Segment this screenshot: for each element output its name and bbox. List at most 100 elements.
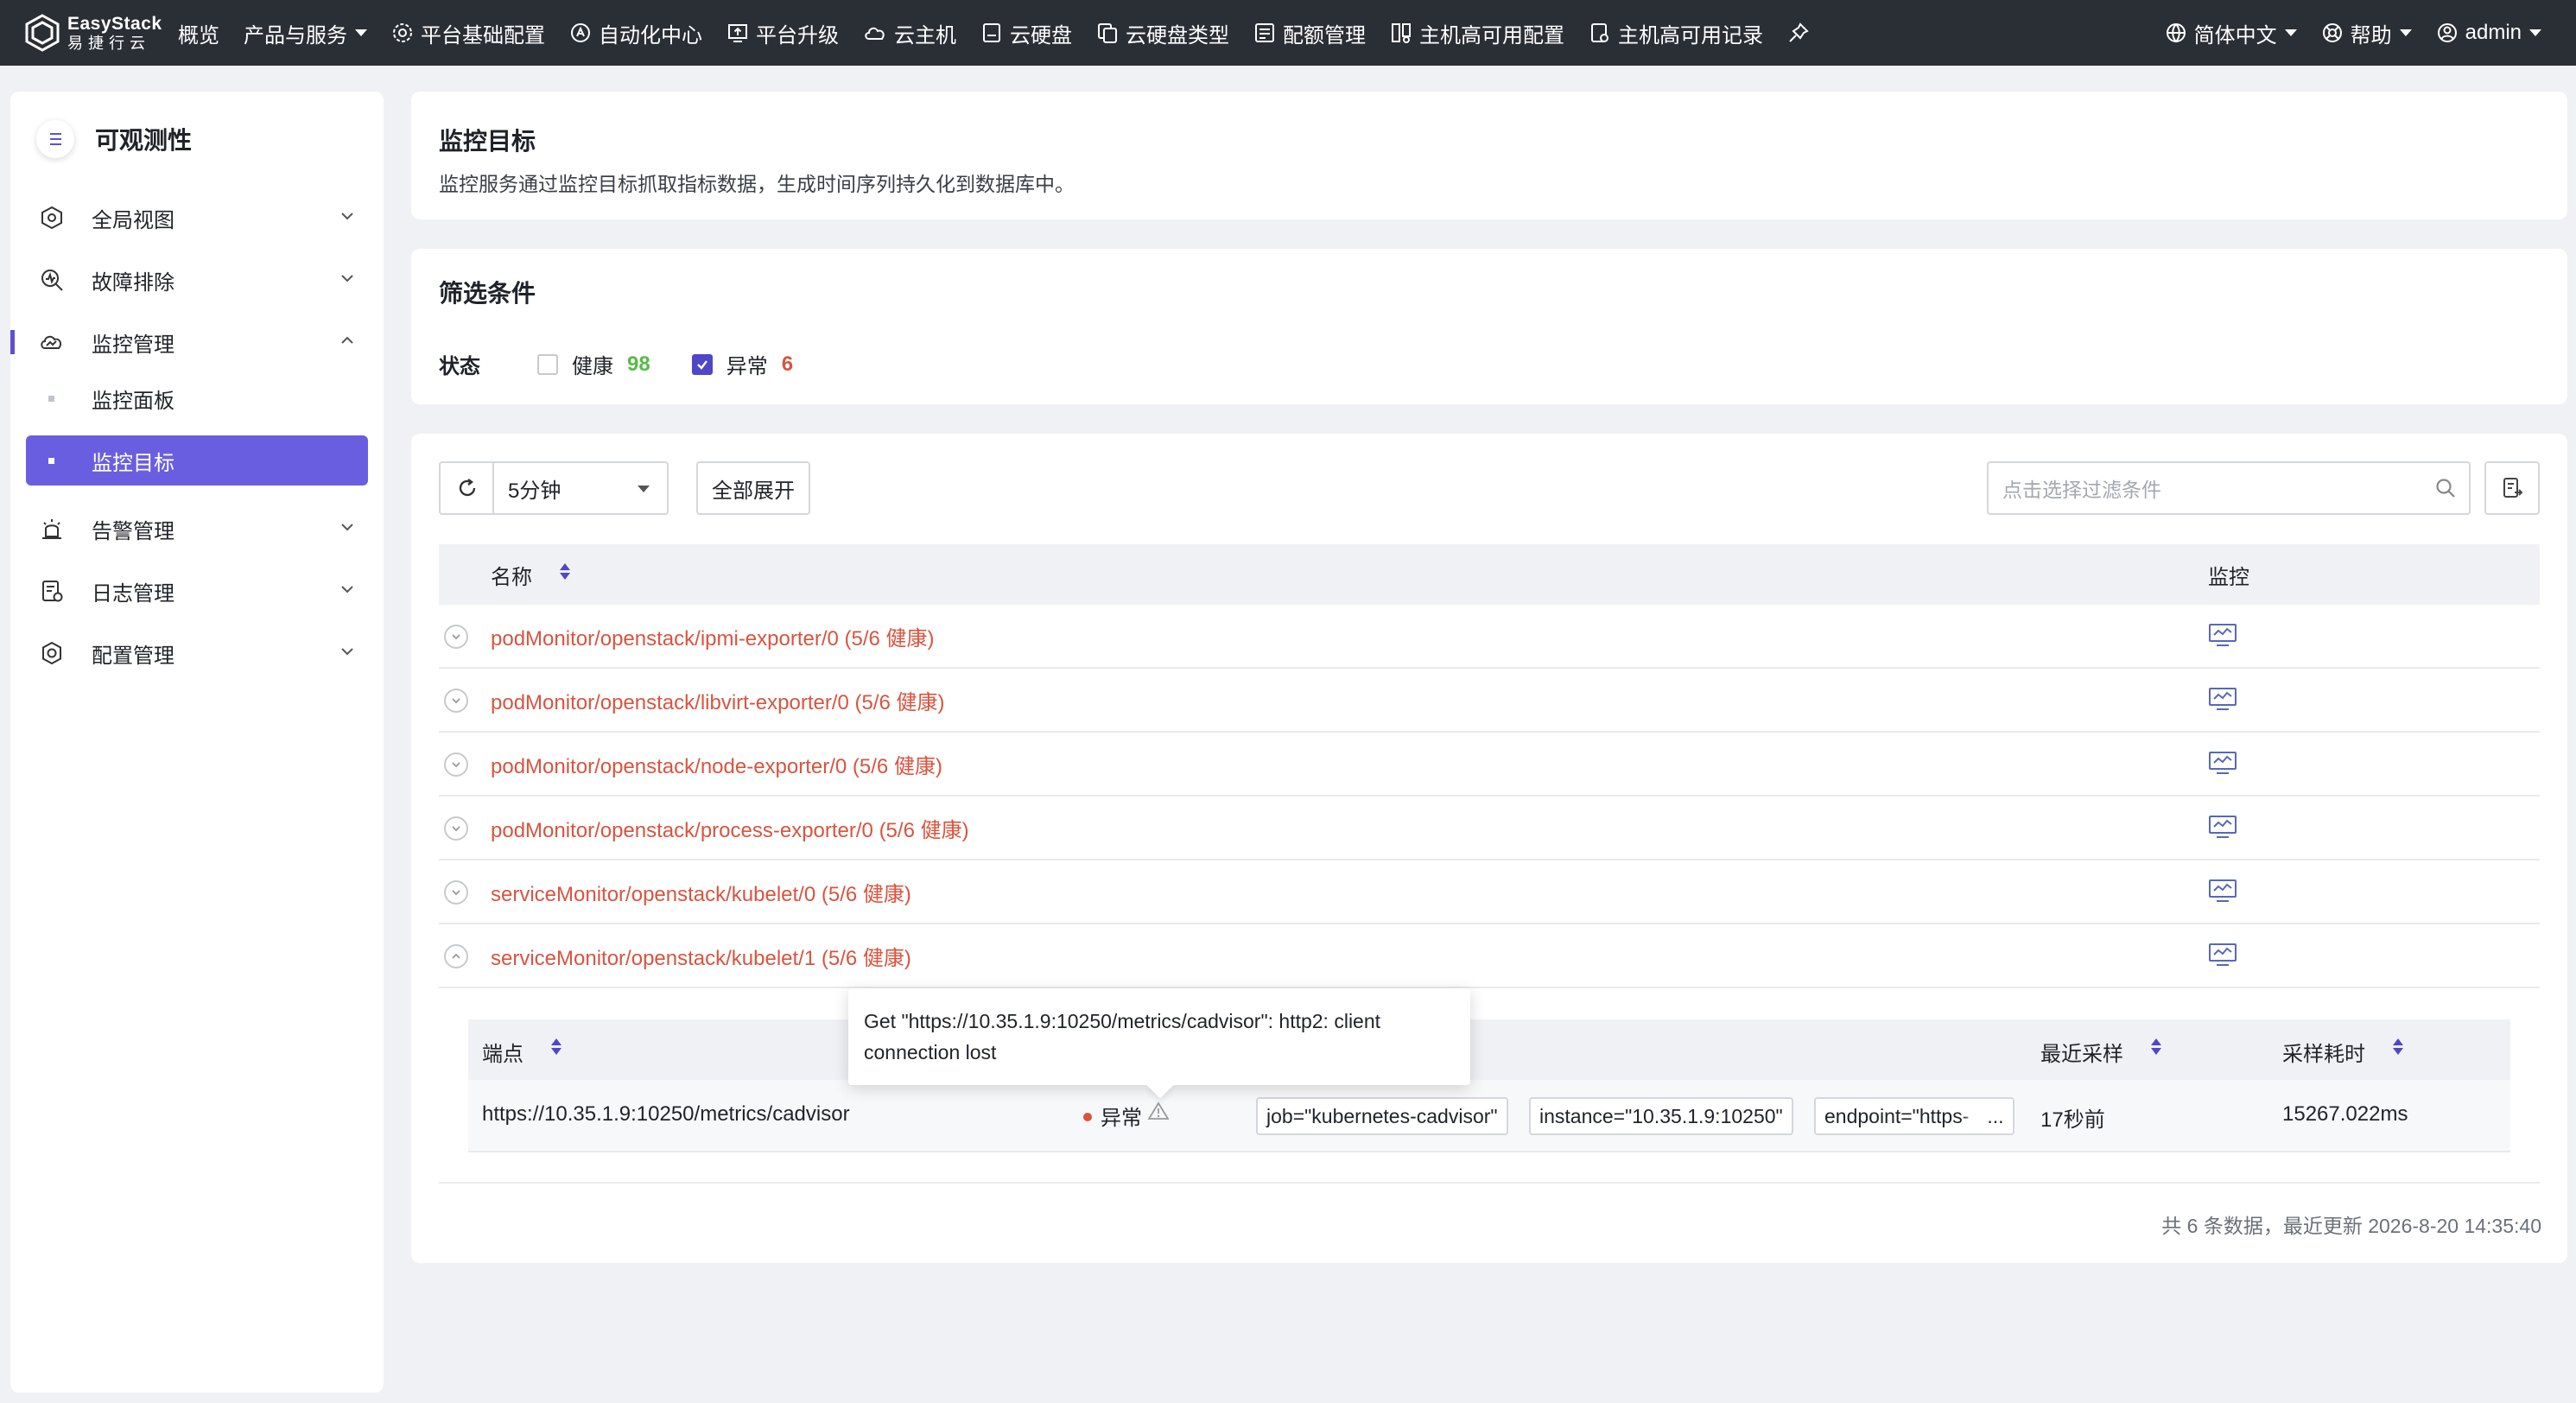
table-row[interactable]: podMonitor/openstack/ipmi-exporter/0 (5/… (439, 605, 2540, 669)
sidebar-header: 可观测性 (10, 92, 384, 187)
logo[interactable]: EasyStack 易捷行云 (22, 9, 174, 57)
healthy-checkbox[interactable] (537, 353, 558, 375)
user-icon (2437, 23, 2457, 42)
expand-row-icon[interactable] (444, 752, 468, 777)
user-menu[interactable]: admin (2424, 0, 2554, 66)
status-filter: 状态 健康 98 异常 6 (439, 349, 793, 379)
target-name[interactable]: podMonitor/openstack/node-exporter/0 (5/… (491, 749, 942, 779)
expand-row-icon[interactable] (444, 625, 468, 649)
refresh-icon (459, 479, 476, 497)
table-row[interactable]: podMonitor/openstack/libvirt-exporter/0 … (439, 669, 2540, 733)
abnormal-label[interactable]: 异常 (726, 349, 768, 379)
monitor-chart-icon[interactable] (2208, 622, 2237, 650)
collapse-row-icon[interactable] (444, 944, 468, 968)
alarm-icon (38, 515, 66, 543)
sidebar-subitem-monitor-target[interactable]: 监控目标 (26, 435, 368, 486)
chevron-down-icon (341, 648, 353, 656)
warning-icon[interactable] (1147, 1101, 1170, 1121)
chevron-down-icon (355, 29, 367, 36)
target-name[interactable]: podMonitor/openstack/libvirt-exporter/0 … (491, 685, 945, 715)
nav-automation[interactable]: 自动化中心 (557, 0, 714, 66)
sidebar-item-alarm[interactable]: 告警管理 (10, 498, 384, 560)
nav-cloud-disk[interactable]: 云硬盘 (968, 0, 1084, 66)
brand-name: EasyStack (67, 14, 162, 34)
healthy-count: 98 (627, 352, 650, 376)
abnormal-checkbox[interactable] (691, 353, 713, 375)
column-endpoint[interactable]: 端点 (482, 1037, 523, 1067)
more-labels-button[interactable]: ... (1978, 1099, 2013, 1133)
expand-row-icon[interactable] (444, 816, 468, 841)
nav-cloud-disk-type[interactable]: 云硬盘类型 (1084, 0, 1241, 66)
healthy-label[interactable]: 健康 (572, 349, 613, 379)
pin-button[interactable] (1775, 0, 1829, 66)
cloud-icon (865, 27, 885, 40)
nav-platform-config[interactable]: 平台基础配置 (379, 0, 557, 66)
target-name[interactable]: podMonitor/openstack/ipmi-exporter/0 (5/… (491, 621, 935, 651)
nav-ha-config[interactable]: 主机高可用配置 (1378, 0, 1577, 66)
disk-type-icon (1098, 23, 1117, 43)
chevron-down-icon (341, 275, 353, 283)
nav-ha-record[interactable]: 主机高可用记录 (1577, 0, 1775, 66)
column-monitor: 监控 (2208, 565, 2249, 589)
monitor-chart-icon[interactable] (2208, 750, 2237, 778)
sidebar-item-log[interactable]: 日志管理 (10, 560, 384, 622)
sort-icon[interactable] (2393, 1038, 2403, 1055)
column-last-scrape[interactable]: 最近采样 (2040, 1037, 2123, 1067)
status-error-dot (1083, 1113, 1092, 1121)
search-icon[interactable] (2434, 477, 2457, 499)
nav-platform-upgrade[interactable]: 平台升级 (714, 0, 851, 66)
column-name[interactable]: 名称 (491, 560, 532, 590)
export-icon (2503, 478, 2523, 498)
expand-row-icon[interactable] (444, 689, 468, 713)
brand-name-cn: 易捷行云 (67, 35, 150, 52)
monitor-chart-icon[interactable] (2208, 942, 2237, 969)
help-icon (2322, 23, 2342, 42)
table-header: 名称 监控 (439, 544, 2540, 605)
nav-quota[interactable]: 配额管理 (1241, 0, 1378, 66)
menu-collapse-icon[interactable] (36, 120, 74, 158)
sidebar: 可观测性 全局视图 故障排除 监控管理 监控面板 监控目标 告警管理 日志管理 … (10, 92, 384, 1393)
monitor-chart-icon[interactable] (2208, 686, 2237, 714)
sidebar-item-global-view[interactable]: 全局视图 (10, 187, 384, 249)
nav-cloud-host[interactable]: 云主机 (851, 0, 968, 66)
gear-icon (393, 23, 412, 42)
troubleshoot-icon (38, 266, 66, 294)
last-scrape-value: 17秒前 (2040, 1108, 2105, 1132)
sidebar-subitem-monitor-panel[interactable]: 监控面板 (26, 373, 368, 423)
nav-products-services[interactable]: 产品与服务 (232, 0, 379, 66)
table-row[interactable]: podMonitor/openstack/node-exporter/0 (5/… (439, 733, 2540, 797)
export-button[interactable] (2484, 461, 2540, 515)
refresh-button[interactable] (439, 461, 494, 515)
monitor-chart-icon[interactable] (2208, 878, 2237, 905)
target-name[interactable]: podMonitor/openstack/process-exporter/0 … (491, 813, 969, 843)
sidebar-item-config[interactable]: 配置管理 (10, 622, 384, 684)
expand-row-icon[interactable] (444, 880, 468, 905)
sidebar-item-monitor-manage[interactable]: 监控管理 (10, 311, 384, 373)
page-header-card: 监控目标 监控服务通过监控目标抓取指标数据，生成时间序列持久化到数据库中。 (411, 92, 2567, 219)
check-icon (696, 359, 707, 370)
table-row-expanded[interactable]: serviceMonitor/openstack/kubelet/1 (5/6 … (439, 924, 2540, 988)
quota-icon (1255, 23, 1274, 42)
expand-all-button[interactable]: 全部展开 (696, 461, 810, 515)
tooltip-line-1: Get "https://10.35.1.9:10250/metrics/cad… (864, 1010, 1381, 1032)
sort-icon[interactable] (551, 1038, 562, 1055)
sort-icon[interactable] (2151, 1038, 2161, 1055)
chevron-down-icon (2529, 29, 2541, 36)
target-name[interactable]: serviceMonitor/openstack/kubelet/1 (5/6 … (491, 941, 911, 971)
chevron-down-icon (341, 586, 353, 594)
ha-record-icon (1591, 23, 1608, 42)
language-selector[interactable]: 简体中文 (2153, 0, 2309, 66)
monitor-chart-icon[interactable] (2208, 814, 2237, 841)
sidebar-item-troubleshoot[interactable]: 故障排除 (10, 249, 384, 311)
filter-search-input[interactable]: 点击选择过滤条件 (1987, 461, 2471, 515)
table-row[interactable]: serviceMonitor/openstack/kubelet/0 (5/6 … (439, 860, 2540, 924)
help-menu[interactable]: 帮助 (2309, 0, 2424, 66)
duration-value: 15267.022ms (2282, 1102, 2408, 1126)
chevron-down-icon (2399, 29, 2412, 36)
table-row[interactable]: podMonitor/openstack/process-exporter/0 … (439, 797, 2540, 860)
column-duration[interactable]: 采样耗时 (2282, 1037, 2365, 1067)
nav-overview[interactable]: 概览 (174, 0, 232, 66)
sort-icon[interactable] (560, 563, 570, 580)
target-name[interactable]: serviceMonitor/openstack/kubelet/0 (5/6 … (491, 877, 911, 907)
interval-select[interactable]: 5分钟 (492, 461, 669, 515)
